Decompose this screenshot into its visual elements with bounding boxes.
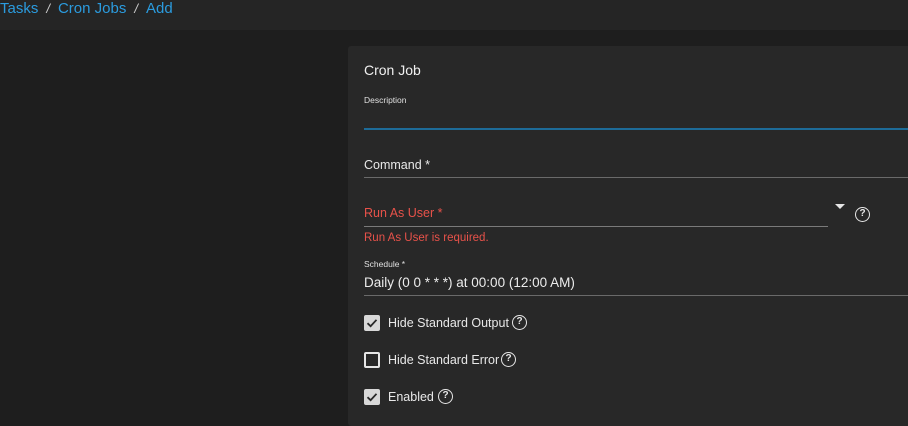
- description-underline: [364, 128, 908, 130]
- help-circle-icon[interactable]: ?: [512, 315, 527, 330]
- hide-stdout-label: Hide Standard Output: [388, 316, 509, 330]
- description-input[interactable]: [364, 106, 908, 128]
- schedule-label: Schedule *: [364, 259, 406, 269]
- schedule-value: Daily (0 0 * * *) at 00:00 (12:00 AM): [364, 275, 575, 290]
- cron-job-form-card: Cron Job Description Command * Run As Us…: [348, 46, 908, 426]
- breadcrumb: Tasks / Cron Jobs / Add: [0, 0, 173, 19]
- run-as-user-error: Run As User is required.: [364, 232, 489, 244]
- schedule-input[interactable]: Daily (0 0 * * *) at 00:00 (12:00 AM): [364, 274, 908, 294]
- enabled-checkbox[interactable]: [364, 389, 380, 405]
- run-as-user-select[interactable]: [364, 202, 828, 226]
- breadcrumb-add[interactable]: Add: [146, 0, 173, 17]
- hide-stderr-label: Hide Standard Error: [388, 353, 500, 367]
- description-label: Description: [364, 95, 407, 105]
- schedule-underline: [364, 295, 908, 296]
- enabled-label: Enabled: [388, 390, 434, 404]
- breadcrumb-tasks[interactable]: Tasks: [0, 0, 38, 17]
- check-icon: [366, 319, 378, 328]
- command-underline: [364, 177, 908, 178]
- check-icon: [366, 393, 378, 402]
- top-bar: Tasks / Cron Jobs / Add: [0, 0, 908, 30]
- hide-stdout-checkbox[interactable]: [364, 315, 380, 331]
- breadcrumb-separator: /: [134, 1, 138, 16]
- help-circle-icon[interactable]: ?: [438, 389, 453, 404]
- run-as-user-underline: [364, 226, 828, 227]
- command-input[interactable]: [364, 154, 908, 176]
- breadcrumb-separator: /: [46, 1, 50, 16]
- hide-stderr-checkbox[interactable]: [364, 352, 380, 368]
- help-circle-icon[interactable]: ?: [855, 207, 870, 222]
- form-title: Cron Job: [364, 62, 421, 78]
- breadcrumb-cron-jobs[interactable]: Cron Jobs: [58, 0, 126, 17]
- help-circle-icon[interactable]: ?: [501, 352, 516, 367]
- dropdown-arrow-icon[interactable]: [835, 204, 845, 209]
